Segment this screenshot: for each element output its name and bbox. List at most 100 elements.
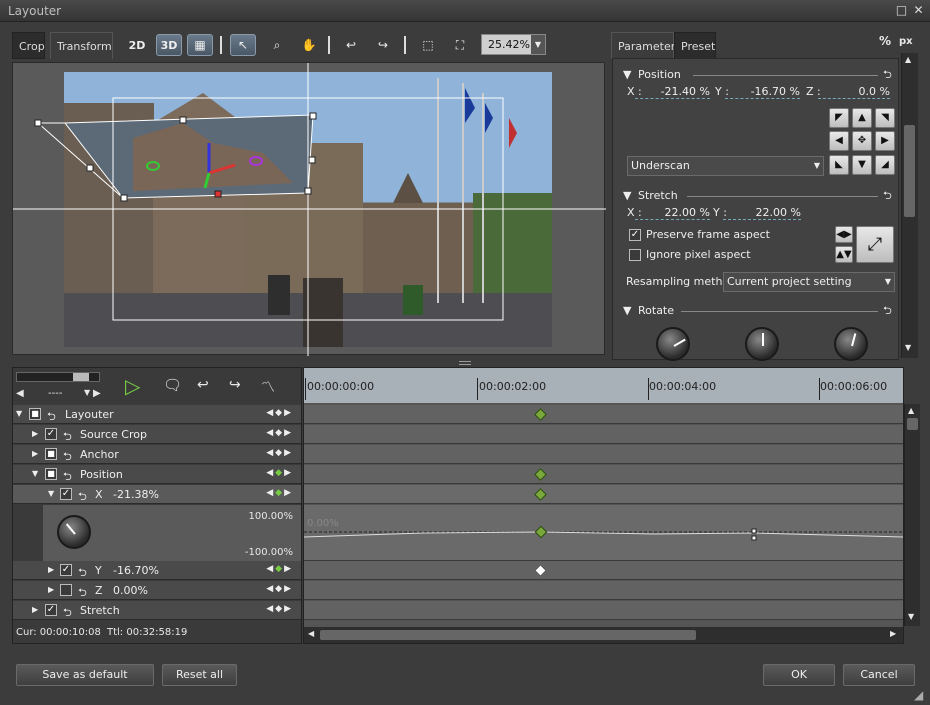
collapse-icon[interactable]: ▼ — [48, 489, 54, 498]
keyframe-nav[interactable]: ◀◆▶ — [266, 564, 293, 574]
keyframe[interactable] — [534, 564, 547, 577]
maximize-icon[interactable]: □ — [894, 3, 909, 18]
track-row-position[interactable]: ▼ ■ ⮌ Position ◀◆▶ — [13, 465, 301, 484]
zoom-tool-icon[interactable]: ⌕ — [264, 34, 290, 56]
tab-parameter[interactable]: Parameter — [611, 32, 675, 59]
track-lane-source-crop[interactable] — [304, 425, 903, 444]
track-lane-position[interactable] — [304, 465, 903, 484]
rotate-collapse-icon[interactable]: ▼ — [623, 304, 631, 317]
ignore-pixel-aspect-checkbox[interactable] — [629, 249, 641, 261]
reset-all-button[interactable]: Reset all — [162, 664, 237, 686]
position-collapse-icon[interactable]: ▼ — [623, 68, 631, 81]
x-checkbox[interactable]: ✓ — [60, 488, 72, 500]
expand-icon[interactable]: ▶ — [48, 565, 54, 574]
stretch-x-input[interactable]: 22.00 % — [635, 206, 710, 220]
scroll-up-icon[interactable]: ▲ — [908, 406, 914, 415]
keyframe-nav[interactable]: ◀◆▶ — [266, 448, 293, 458]
scroll-thumb[interactable] — [320, 630, 696, 640]
scroll-right-icon[interactable]: ▶ — [890, 629, 896, 638]
stretch-y-input[interactable]: 22.00 % — [723, 206, 801, 220]
undo-icon[interactable]: ↩ — [338, 34, 364, 56]
resize-grip-icon[interactable]: ◢ — [914, 688, 923, 702]
keyframe-nav[interactable]: ◀◆▶ — [266, 408, 293, 418]
tab-crop[interactable]: Crop — [12, 32, 45, 59]
track-lane-anchor[interactable] — [304, 445, 903, 464]
expand-icon[interactable]: ▶ — [32, 429, 38, 438]
parameter-scrollbar[interactable]: ▲ ▼ — [901, 53, 918, 358]
redo-icon[interactable]: ↪ — [229, 377, 241, 393]
tab-transform[interactable]: Transform — [50, 32, 113, 59]
keyframe[interactable] — [534, 468, 547, 481]
keyframe-nav[interactable]: ◀◆▶ — [266, 428, 293, 438]
source-crop-checkbox[interactable]: ✓ — [45, 428, 57, 440]
rotate-reset-icon[interactable]: ⮌ — [883, 302, 892, 321]
layouter-checkbox[interactable]: ■ — [29, 408, 41, 420]
track-value[interactable]: 0.00% — [113, 584, 148, 597]
position-checkbox[interactable]: ■ — [45, 468, 57, 480]
comment-icon[interactable]: 🗨 — [163, 376, 182, 394]
collapse-icon[interactable]: ▼ — [32, 469, 38, 478]
track-lane-x[interactable] — [304, 485, 903, 504]
align-bottom-right-icon[interactable]: ◢ — [875, 155, 895, 175]
track-row-z[interactable]: ▶ ⮌ Z 0.00% ◀◆▶ — [13, 581, 301, 600]
expand-icon[interactable]: ▶ — [32, 449, 38, 458]
stretch-collapse-icon[interactable]: ▼ — [623, 189, 631, 202]
keyframe[interactable] — [534, 408, 547, 421]
timeline-v-scrollbar[interactable]: ▲ ▼ — [904, 404, 920, 626]
ok-button[interactable]: OK — [763, 664, 835, 686]
scroll-left-icon[interactable]: ◀ — [308, 629, 314, 638]
z-checkbox[interactable] — [60, 584, 72, 596]
collapse-icon[interactable]: ▼ — [16, 409, 22, 418]
x-value-knob[interactable] — [57, 515, 91, 549]
align-bottom-left-icon[interactable]: ◣ — [829, 155, 849, 175]
align-top-right-icon[interactable]: ◥ — [875, 108, 895, 128]
unit-percent-toggle[interactable]: % — [879, 34, 891, 48]
keyframe-nav[interactable]: ◀◆▶ — [266, 604, 293, 614]
stretch-horizontal-icon[interactable]: ◀▶ — [835, 226, 853, 243]
y-checkbox[interactable]: ✓ — [60, 564, 72, 576]
scroll-down-icon[interactable]: ▼ — [905, 343, 911, 352]
track-lane-z[interactable] — [304, 581, 903, 600]
graph-icon[interactable]: 〽 — [261, 377, 275, 397]
preserve-aspect-checkbox[interactable]: ✓ — [629, 229, 641, 241]
align-top-left-icon[interactable]: ◤ — [829, 108, 849, 128]
keyframe-nav[interactable]: ◀◆▶ — [266, 488, 293, 498]
hand-tool-icon[interactable]: ✋ — [296, 34, 322, 56]
safe-area-icon[interactable]: ⬚ — [415, 34, 441, 56]
fit-fullscreen-icon[interactable]: ⤢ — [856, 226, 894, 263]
track-row-layouter[interactable]: ▼ ■ ⮌ Layouter ◀◆▶ — [13, 405, 301, 424]
position-reset-icon[interactable]: ⮌ — [883, 66, 892, 85]
time-ruler[interactable]: 00:00:00:00 00:00:02:00 00:00:04:00 00:0… — [304, 368, 903, 403]
scroll-down-icon[interactable]: ▼ — [908, 612, 914, 621]
align-top-icon[interactable]: ▲ — [852, 108, 872, 128]
track-lane-layouter[interactable] — [304, 405, 903, 424]
track-row-anchor[interactable]: ▶ ■ ⮌ Anchor ◀◆▶ — [13, 445, 301, 464]
track-value[interactable]: -21.38% — [113, 488, 159, 501]
slider-handle[interactable] — [73, 373, 89, 381]
underscan-select[interactable]: Underscan ▼ — [627, 156, 824, 176]
save-as-default-button[interactable]: Save as default — [16, 664, 154, 686]
mode-2d-button[interactable]: 2D — [124, 34, 150, 56]
track-row-source-crop[interactable]: ▶ ✓ ⮌ Source Crop ◀◆▶ — [13, 425, 301, 444]
position-x-input[interactable]: -21.40 % — [635, 85, 710, 99]
align-center-icon[interactable]: ✥ — [852, 131, 872, 151]
zoom-select[interactable]: 25.42% ▼ — [481, 34, 546, 55]
reset-icon[interactable]: ⮌ — [63, 604, 72, 623]
scroll-thumb[interactable] — [904, 125, 915, 217]
align-left-icon[interactable]: ◀ — [829, 131, 849, 151]
position-y-input[interactable]: -16.70 % — [725, 85, 800, 99]
resampling-select[interactable]: Current project setting ▼ — [723, 272, 895, 292]
select-arrow-icon[interactable]: ↖ — [230, 34, 256, 56]
anchor-checkbox[interactable]: ■ — [45, 448, 57, 460]
timeline-h-scrollbar[interactable]: ◀ ▶ — [304, 627, 903, 643]
preview-canvas[interactable] — [12, 62, 606, 356]
expand-icon[interactable]: ▶ — [48, 585, 54, 594]
scroll-thumb[interactable] — [907, 418, 918, 430]
rotate-z-knob[interactable] — [834, 327, 868, 361]
keyframe-nav[interactable]: ◀◆▶ — [266, 584, 293, 594]
rotate-x-knob[interactable] — [656, 327, 690, 361]
unit-pixel-toggle[interactable]: px — [899, 36, 913, 47]
mode-3d-button[interactable]: 3D — [156, 34, 182, 56]
keyframe-nav[interactable]: ◀◆▶ — [266, 468, 293, 478]
redo-icon[interactable]: ↪ — [370, 34, 396, 56]
